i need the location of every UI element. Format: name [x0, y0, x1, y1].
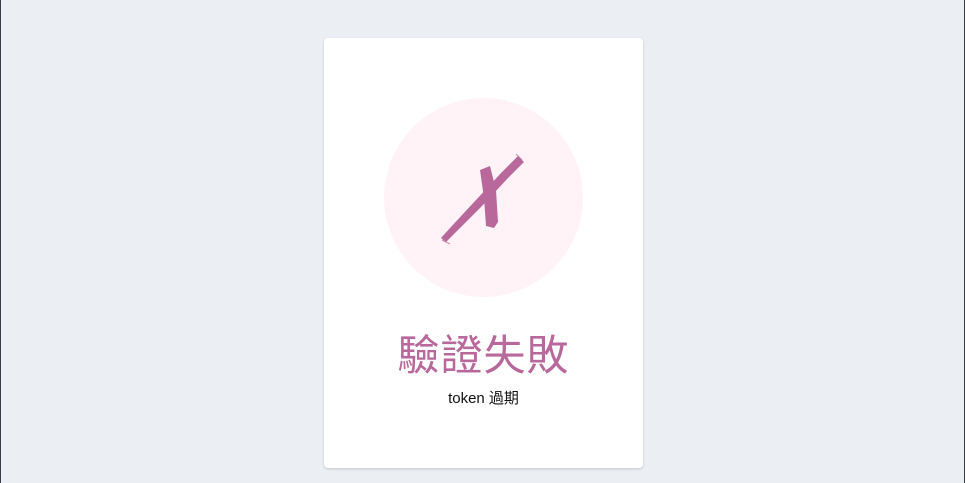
status-icon-circle: [384, 98, 583, 297]
result-message: token 過期: [448, 390, 519, 407]
verification-result-card: 驗證失敗 token 過期: [324, 38, 643, 468]
x-mark-icon: [441, 153, 524, 245]
page-background: 驗證失敗 token 過期: [0, 0, 965, 483]
result-title: 驗證失敗: [397, 331, 570, 380]
